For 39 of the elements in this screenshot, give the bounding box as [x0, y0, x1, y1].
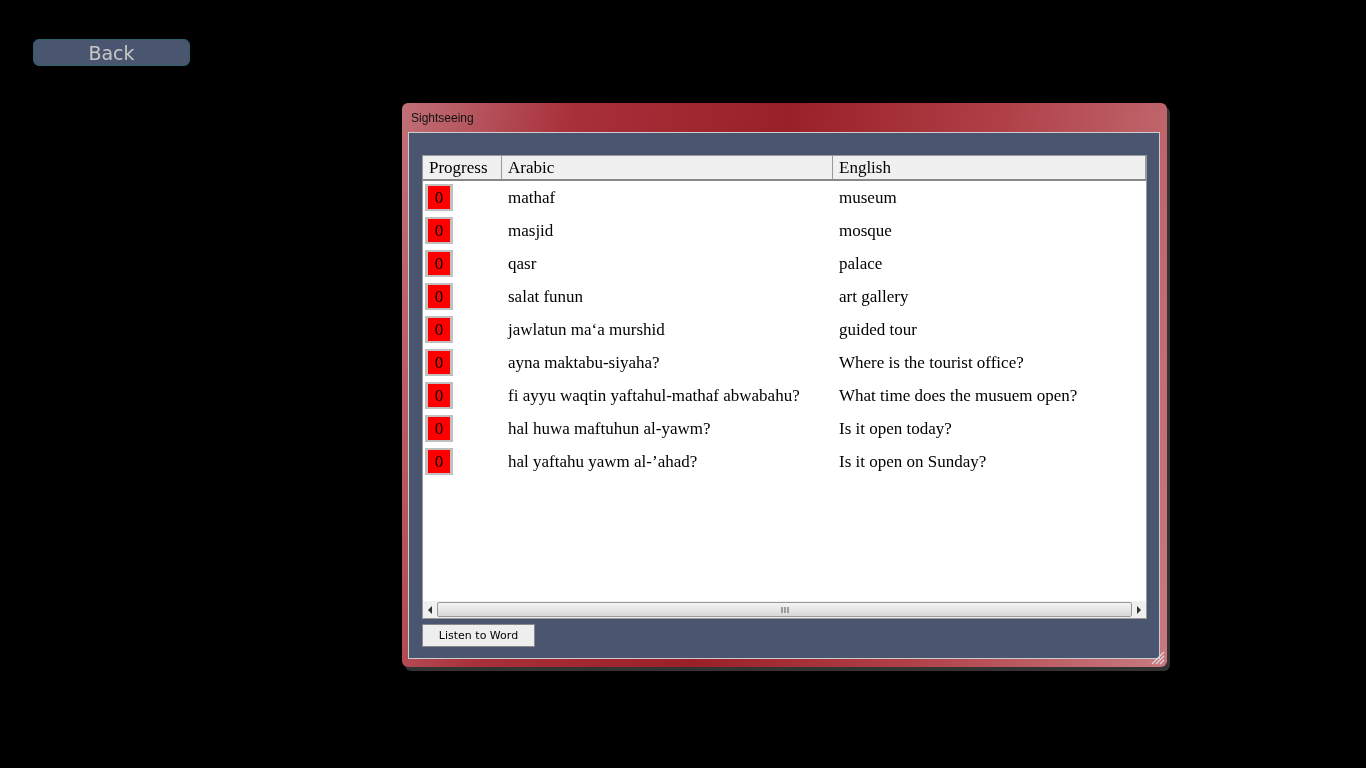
back-button[interactable]: Back — [33, 39, 190, 66]
progress-badge: 0 — [426, 349, 452, 376]
arabic-cell-text: mathaf — [507, 187, 557, 208]
english-cell-text: palace — [838, 253, 884, 274]
column-header[interactable]: Progress — [423, 156, 502, 179]
arabic-cell-text: fi ayyu waqtin yaftahul-mathaf abwabahu? — [507, 385, 801, 406]
english-cell-text: art gallery — [838, 286, 910, 307]
scrollbar-thumb[interactable] — [437, 602, 1132, 617]
english-cell-text: guided tour — [838, 319, 918, 340]
progress-badge: 0 — [426, 217, 452, 244]
horizontal-scrollbar[interactable] — [423, 601, 1146, 618]
progress-badge: 0 — [426, 448, 452, 475]
scroll-left-icon[interactable] — [427, 605, 433, 614]
column-header[interactable]: English — [833, 156, 1146, 179]
progress-badge: 0 — [426, 316, 452, 343]
resize-grip-icon[interactable] — [1151, 651, 1165, 665]
english-cell-text: What time does the musuem open? — [838, 385, 1079, 406]
progress-badge: 0 — [426, 415, 452, 442]
arabic-cell-text: qasr — [507, 253, 538, 274]
progress-badge: 0 — [426, 382, 452, 409]
arabic-cell-text: jawlatun ma‘a murshid — [506, 319, 666, 340]
grip-icon — [780, 606, 789, 613]
english-cell-text: museum — [838, 187, 898, 208]
arabic-cell-text: hal huwa maftuhun al-yawm? — [507, 418, 712, 439]
english-cell-text: Is it open today? — [838, 418, 953, 439]
progress-badge: 0 — [426, 250, 452, 277]
english-cell-text: Where is the tourist office? — [838, 352, 1025, 373]
arabic-cell-text: ayna maktabu-siyaha? — [507, 352, 661, 373]
english-cell-text: Is it open on Sunday? — [838, 451, 988, 472]
window-title: Sightseeing — [410, 110, 474, 124]
arabic-cell-text: masjid — [507, 220, 555, 241]
progress-badge: 0 — [426, 283, 452, 310]
listen-button[interactable]: Listen to Word — [422, 624, 535, 647]
english-cell-text: mosque — [838, 220, 893, 241]
arabic-cell-text: salat funun — [507, 286, 585, 307]
arabic-cell-text: hal yaftahu yawm al-’ahad? — [507, 451, 699, 472]
progress-badge: 0 — [426, 184, 452, 211]
scroll-right-icon[interactable] — [1136, 605, 1142, 614]
column-header[interactable]: Arabic — [502, 156, 833, 179]
